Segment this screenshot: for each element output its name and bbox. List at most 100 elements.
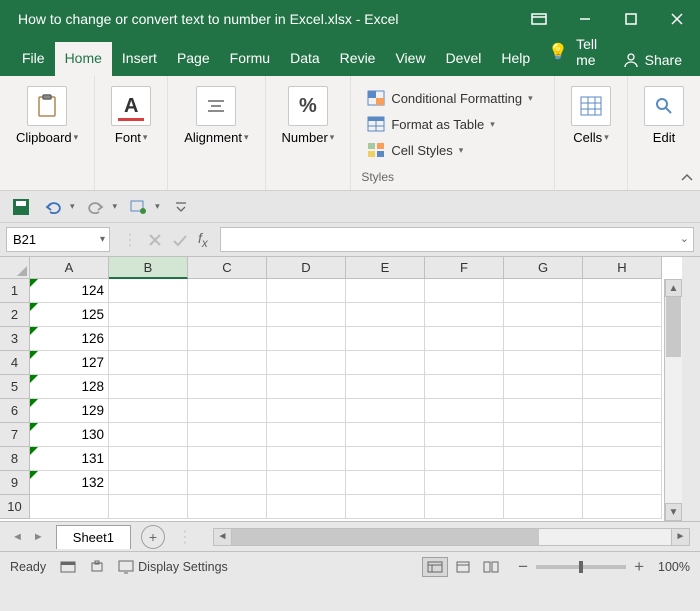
cell-G7[interactable] <box>504 423 583 447</box>
cell-B10[interactable] <box>109 495 188 519</box>
cell-C9[interactable] <box>188 471 267 495</box>
maximize-button[interactable] <box>608 0 654 38</box>
cell-C1[interactable] <box>188 279 267 303</box>
cell-H7[interactable] <box>583 423 662 447</box>
cell-D10[interactable] <box>267 495 346 519</box>
tab-developer[interactable]: Devel <box>436 42 492 76</box>
cell-B9[interactable] <box>109 471 188 495</box>
save-button[interactable] <box>10 196 32 218</box>
formula-input[interactable]: ⌄ <box>220 227 694 252</box>
horizontal-scrollbar[interactable]: ◄ ► <box>213 528 690 546</box>
tab-split-handle[interactable]: ⋮ <box>177 527 193 547</box>
row-header-1[interactable]: 1 <box>0 279 30 303</box>
column-header-G[interactable]: G <box>504 257 583 279</box>
cell-C8[interactable] <box>188 447 267 471</box>
close-button[interactable] <box>654 0 700 38</box>
touch-mode-button[interactable] <box>127 196 149 218</box>
cells-area[interactable]: 124125126127128129130131132 <box>30 279 700 521</box>
vertical-scroll-thumb[interactable] <box>666 297 681 357</box>
cell-G9[interactable] <box>504 471 583 495</box>
column-header-D[interactable]: D <box>267 257 346 279</box>
touch-dropdown[interactable]: ▾ <box>155 201 160 212</box>
insert-function-button[interactable]: fx <box>198 230 208 250</box>
cell-E8[interactable] <box>346 447 425 471</box>
customize-qat-button[interactable] <box>170 196 192 218</box>
cell-H5[interactable] <box>583 375 662 399</box>
column-header-H[interactable]: H <box>583 257 662 279</box>
undo-dropdown[interactable]: ▾ <box>70 201 75 212</box>
row-header-7[interactable]: 7 <box>0 423 30 447</box>
cell-D6[interactable] <box>267 399 346 423</box>
cell-B3[interactable] <box>109 327 188 351</box>
cell-F7[interactable] <box>425 423 504 447</box>
scroll-right-button[interactable]: ► <box>671 529 689 545</box>
cell-D1[interactable] <box>267 279 346 303</box>
column-header-E[interactable]: E <box>346 257 425 279</box>
scroll-down-button[interactable]: ▼ <box>665 503 682 521</box>
cell-G1[interactable] <box>504 279 583 303</box>
cell-D9[interactable] <box>267 471 346 495</box>
cell-B2[interactable] <box>109 303 188 327</box>
share-button[interactable]: Share <box>615 52 700 76</box>
cell-D4[interactable] <box>267 351 346 375</box>
cell-G4[interactable] <box>504 351 583 375</box>
cell-C10[interactable] <box>188 495 267 519</box>
tab-data[interactable]: Data <box>280 42 330 76</box>
cell-H4[interactable] <box>583 351 662 375</box>
cell-D3[interactable] <box>267 327 346 351</box>
tab-scroll-right-button[interactable]: ► <box>29 529 48 545</box>
paste-button[interactable]: Clipboard▾ <box>10 82 84 149</box>
cell-G10[interactable] <box>504 495 583 519</box>
cell-H3[interactable] <box>583 327 662 351</box>
enter-formula-button[interactable] <box>172 233 188 247</box>
alignment-group-button[interactable]: Alignment▾ <box>178 82 254 149</box>
sheet-tab-sheet1[interactable]: Sheet1 <box>56 525 131 549</box>
cell-F5[interactable] <box>425 375 504 399</box>
zoom-slider-thumb[interactable] <box>579 561 583 573</box>
select-all-corner[interactable] <box>0 257 30 279</box>
cell-F4[interactable] <box>425 351 504 375</box>
cell-B6[interactable] <box>109 399 188 423</box>
cell-C5[interactable] <box>188 375 267 399</box>
row-header-3[interactable]: 3 <box>0 327 30 351</box>
column-header-C[interactable]: C <box>188 257 267 279</box>
cell-H1[interactable] <box>583 279 662 303</box>
redo-button[interactable] <box>85 196 107 218</box>
page-layout-view-button[interactable] <box>450 557 476 577</box>
redo-dropdown[interactable]: ▾ <box>113 201 118 212</box>
row-header-4[interactable]: 4 <box>0 351 30 375</box>
cell-A4[interactable]: 127 <box>30 351 109 375</box>
tab-scroll-left-button[interactable]: ◄ <box>8 529 27 545</box>
cell-E2[interactable] <box>346 303 425 327</box>
editing-group-button[interactable]: Edit <box>638 82 690 149</box>
cell-C7[interactable] <box>188 423 267 447</box>
cell-B1[interactable] <box>109 279 188 303</box>
cell-C6[interactable] <box>188 399 267 423</box>
display-settings-button[interactable]: Display Settings <box>118 560 228 574</box>
cell-D5[interactable] <box>267 375 346 399</box>
cell-G8[interactable] <box>504 447 583 471</box>
cell-D2[interactable] <box>267 303 346 327</box>
cell-E7[interactable] <box>346 423 425 447</box>
cell-F3[interactable] <box>425 327 504 351</box>
number-group-button[interactable]: % Number▾ <box>276 82 341 149</box>
row-header-8[interactable]: 8 <box>0 447 30 471</box>
cell-G6[interactable] <box>504 399 583 423</box>
cell-A3[interactable]: 126 <box>30 327 109 351</box>
cell-C3[interactable] <box>188 327 267 351</box>
conditional-formatting-button[interactable]: Conditional Formatting ▾ <box>361 88 544 108</box>
cell-E6[interactable] <box>346 399 425 423</box>
page-break-view-button[interactable] <box>478 557 504 577</box>
cell-B5[interactable] <box>109 375 188 399</box>
undo-button[interactable] <box>42 196 64 218</box>
tab-view[interactable]: View <box>385 42 435 76</box>
cell-styles-button[interactable]: Cell Styles ▾ <box>361 140 544 160</box>
font-group-button[interactable]: A Font▾ <box>105 82 157 149</box>
collapse-ribbon-button[interactable] <box>680 172 694 186</box>
vertical-scrollbar[interactable]: ▲ ▼ <box>664 279 682 521</box>
cell-H8[interactable] <box>583 447 662 471</box>
scroll-left-button[interactable]: ◄ <box>214 529 232 545</box>
row-header-6[interactable]: 6 <box>0 399 30 423</box>
cell-C2[interactable] <box>188 303 267 327</box>
cell-F6[interactable] <box>425 399 504 423</box>
